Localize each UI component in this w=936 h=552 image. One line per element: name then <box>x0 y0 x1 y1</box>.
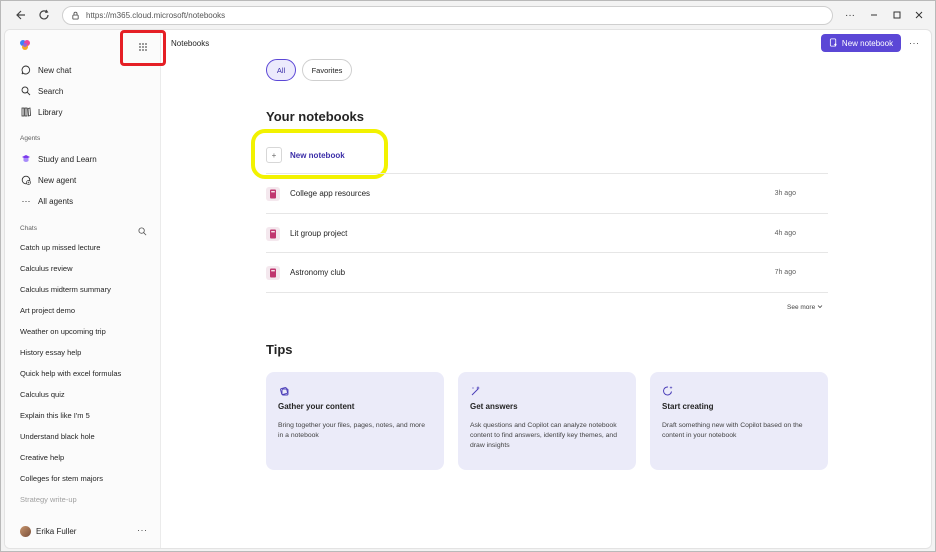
sidebar-item-new-agent[interactable]: New agent <box>20 173 76 187</box>
notebook-name: College app resources <box>290 189 371 198</box>
chat-item[interactable]: Catch up missed lecture <box>20 243 100 252</box>
new-notebook-button[interactable]: New notebook <box>821 34 901 52</box>
new-agent-icon <box>20 174 32 186</box>
app-launcher-button[interactable] <box>120 30 166 66</box>
chat-item[interactable]: Calculus review <box>20 264 73 273</box>
browser-menu-icon[interactable]: ··· <box>842 7 858 23</box>
sidebar-item-new-chat[interactable]: New chat <box>20 63 71 77</box>
tip-body: Ask questions and Copilot can analyze no… <box>470 422 617 450</box>
divider <box>266 292 828 293</box>
new-notebook-button-label: New notebook <box>841 38 894 48</box>
tips-heading: Tips <box>266 342 293 357</box>
user-name: Erika Fuller <box>36 527 77 536</box>
sparkle-pen-icon <box>470 384 482 396</box>
sidebar: New chat Search Library Agents Study and <box>5 30 166 548</box>
notebook-icon <box>266 265 280 280</box>
notebook-icon <box>266 226 280 241</box>
back-arrow-icon[interactable] <box>12 7 28 23</box>
notebook-name: Astronomy club <box>290 268 346 277</box>
browser-window: https://m365.cloud.microsoft/notebooks ·… <box>0 0 936 552</box>
notebook-row[interactable]: Astronomy club 7h ago <box>266 252 828 292</box>
chat-item[interactable]: Weather on upcoming trip <box>20 327 106 336</box>
chat-item[interactable]: History essay help <box>20 348 81 357</box>
avatar <box>20 526 31 537</box>
sidebar-item-search[interactable]: Search <box>20 84 63 98</box>
chat-item[interactable]: Quick help with excel formulas <box>20 369 121 378</box>
url-text: https://m365.cloud.microsoft/notebooks <box>86 11 226 20</box>
notebook-row[interactable]: College app resources 3h ago <box>266 173 828 213</box>
notebooks-heading: Your notebooks <box>266 109 364 124</box>
chat-item[interactable]: Calculus midterm summary <box>20 285 111 294</box>
chat-icon <box>20 64 32 76</box>
tip-card-answers[interactable]: Get answers Ask questions and Copilot ca… <box>458 372 636 470</box>
copilot-app: New chat Search Library Agents Study and <box>4 29 932 549</box>
header-more-icon[interactable]: ··· <box>909 38 920 48</box>
chevron-down-icon <box>817 304 823 311</box>
minimize-icon[interactable] <box>866 7 882 23</box>
sidebar-item-all-agents[interactable]: ··· All agents <box>20 194 74 208</box>
user-more-icon[interactable]: ··· <box>137 525 148 535</box>
browser-toolbar: https://m365.cloud.microsoft/notebooks ·… <box>2 2 934 28</box>
sidebar-item-label: New agent <box>38 175 77 185</box>
notebook-time: 4h ago <box>774 230 796 237</box>
see-more-link[interactable]: See more <box>787 304 823 311</box>
notebook-row[interactable]: Lit group project 4h ago <box>266 213 828 253</box>
notebook-time: 7h ago <box>774 269 796 276</box>
tip-title: Gather your content <box>278 402 355 411</box>
tip-title: Get answers <box>470 402 518 411</box>
filter-all[interactable]: All <box>266 59 296 81</box>
tip-card-create[interactable]: Start creating Draft something new with … <box>650 372 828 470</box>
stack-icon <box>278 384 290 396</box>
notebook-time: 3h ago <box>774 190 796 197</box>
study-agent-icon <box>20 153 32 165</box>
close-icon[interactable] <box>911 7 927 23</box>
agents-section-label: Agents <box>20 135 41 142</box>
highlight-annotation <box>251 129 388 179</box>
copilot-logo-icon[interactable] <box>19 38 31 50</box>
more-dots-icon: ··· <box>21 196 31 206</box>
notebook-icon <box>266 186 280 201</box>
sidebar-item-study-and-learn[interactable]: Study and Learn <box>20 152 97 166</box>
chat-item[interactable]: Understand black hole <box>20 432 95 441</box>
chat-item[interactable]: Colleges for stem majors <box>20 474 103 483</box>
address-bar[interactable]: https://m365.cloud.microsoft/notebooks <box>62 6 833 25</box>
search-chats-icon[interactable] <box>138 223 147 241</box>
filter-favorites[interactable]: Favorites <box>302 59 352 81</box>
chats-section-label: Chats <box>20 225 37 232</box>
sidebar-item-label: Study and Learn <box>38 154 97 164</box>
sidebar-item-label: New chat <box>38 65 72 75</box>
user-profile[interactable]: Erika Fuller <box>20 526 76 537</box>
notebook-name: Lit group project <box>290 229 348 238</box>
tip-title: Start creating <box>662 402 714 411</box>
maximize-icon[interactable] <box>889 7 905 23</box>
sidebar-item-label: Library <box>38 107 63 117</box>
see-more-label: See more <box>787 304 816 311</box>
search-icon <box>20 85 32 97</box>
chat-item[interactable]: Art project demo <box>20 306 75 315</box>
refresh-icon[interactable] <box>36 7 52 23</box>
sidebar-item-library[interactable]: Library <box>20 105 62 119</box>
tip-card-gather[interactable]: Gather your content Bring together your … <box>266 372 444 470</box>
chat-item[interactable]: Creative help <box>20 453 64 462</box>
lock-icon <box>71 7 80 25</box>
library-icon <box>20 106 32 118</box>
notebook-add-icon <box>829 37 838 49</box>
sidebar-item-label: All agents <box>38 196 74 206</box>
tip-body: Bring together your files, pages, notes,… <box>278 422 425 440</box>
chat-item[interactable]: Calculus quiz <box>20 390 65 399</box>
sidebar-item-label: Search <box>38 86 64 96</box>
chat-item[interactable]: Strategy write-up <box>20 495 77 504</box>
refresh-sparkle-icon <box>662 384 674 396</box>
waffle-grid-icon <box>138 39 148 57</box>
page-title: Notebooks <box>171 39 210 48</box>
chat-item[interactable]: Explain this like I'm 5 <box>20 411 90 420</box>
tip-body: Draft something new with Copilot based o… <box>662 422 803 440</box>
